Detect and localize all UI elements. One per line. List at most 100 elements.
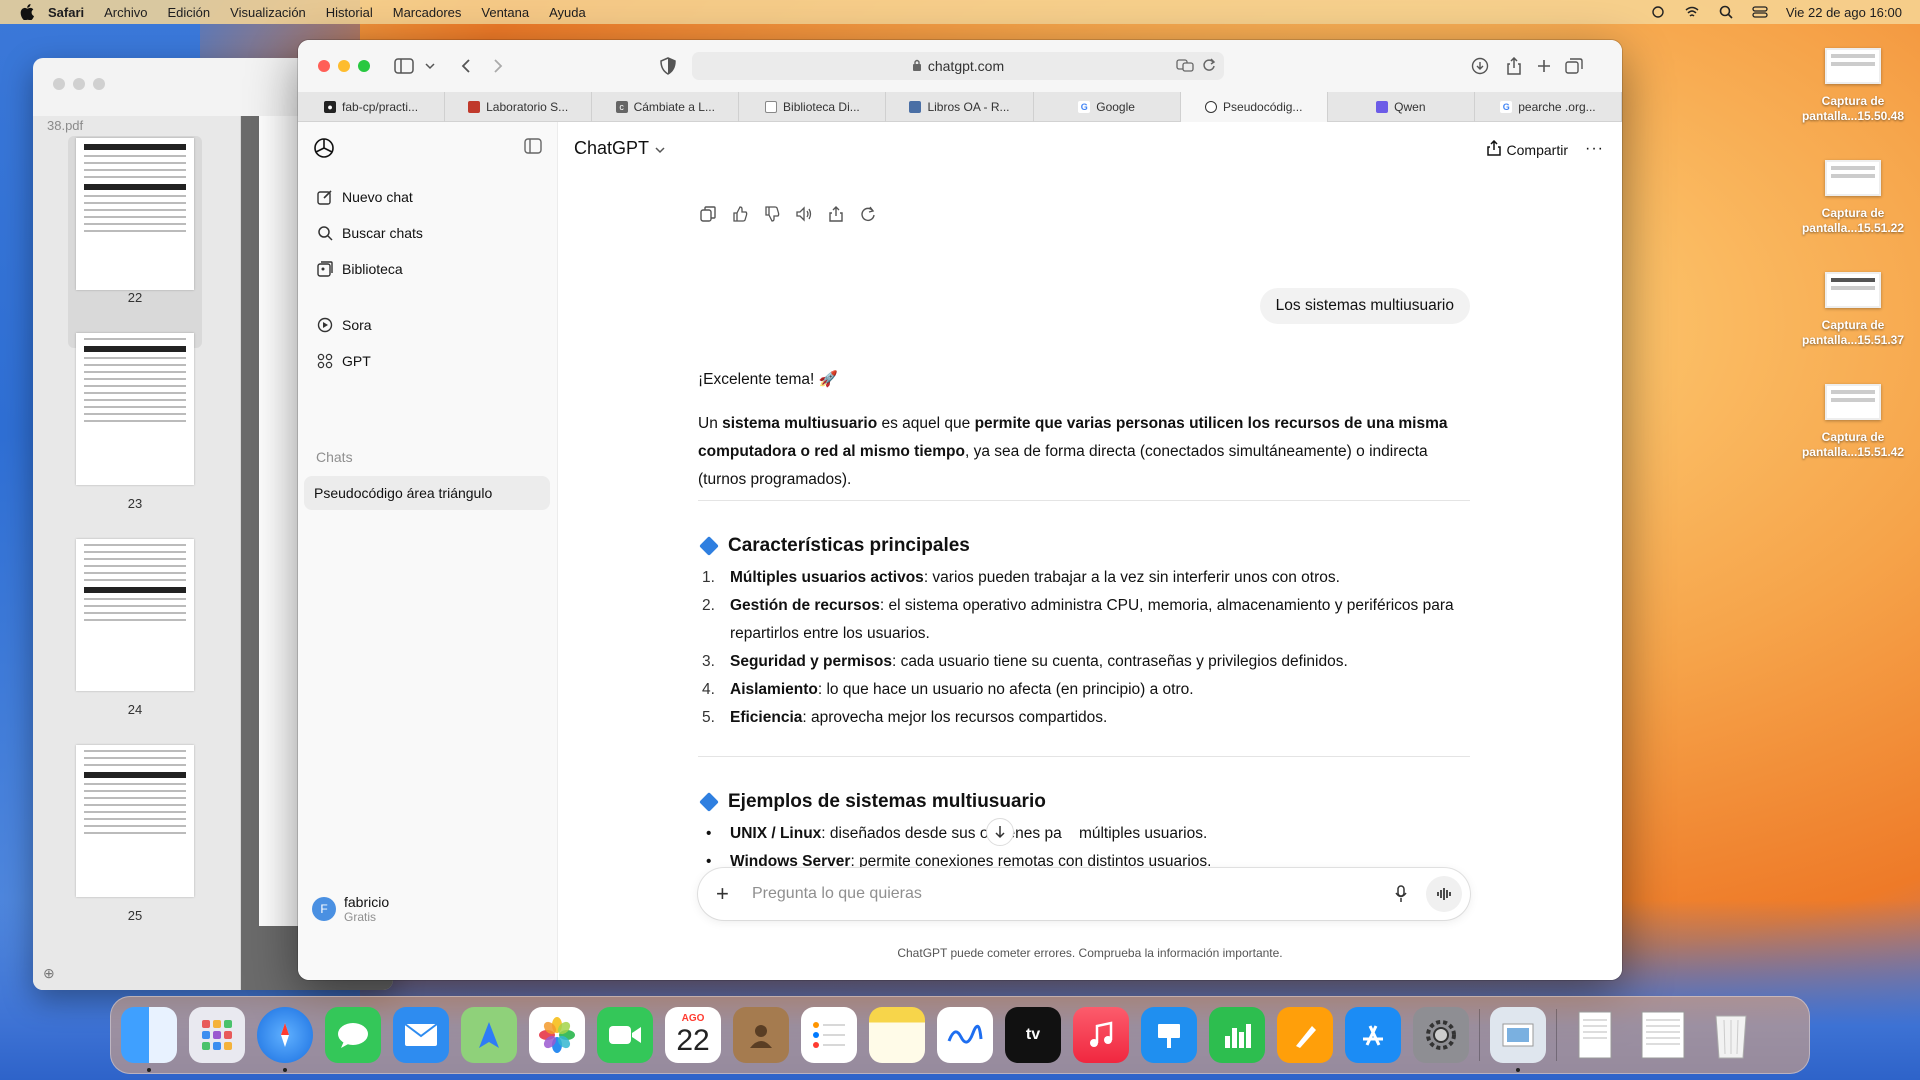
tab-libros[interactable]: Libros OA - R... (886, 92, 1034, 122)
dock-finder-icon[interactable] (121, 1007, 177, 1072)
sora-button[interactable]: Sora (304, 308, 550, 342)
dock-facetime-icon[interactable] (597, 1007, 653, 1063)
tab-overview-icon[interactable] (1562, 54, 1586, 78)
dock-mail-icon[interactable] (393, 1007, 449, 1063)
forward-icon[interactable] (486, 54, 510, 78)
close-window-button[interactable] (318, 60, 330, 72)
tab-cambiate[interactable]: c Cámbiate a L... (592, 92, 740, 122)
desktop-file-screenshot-4[interactable]: Captura de pantalla...15.51.42 (1798, 384, 1908, 460)
pdf-page-thumbnail[interactable] (76, 745, 194, 897)
search-chats-button[interactable]: Buscar chats (304, 216, 550, 250)
menu-edicion[interactable]: Edición (168, 5, 211, 20)
dock-calendar-icon[interactable]: AGO 22 (665, 1007, 721, 1063)
pdf-page-thumbnail[interactable] (76, 333, 194, 485)
zoom-window-button[interactable] (358, 60, 370, 72)
new-tab-icon[interactable] (1532, 54, 1556, 78)
dock-freeform-icon[interactable] (937, 1007, 993, 1063)
voice-mode-icon[interactable] (1426, 876, 1462, 912)
prompt-input[interactable]: Pregunta lo que quieras (752, 885, 1390, 903)
wifi-icon[interactable] (1684, 5, 1700, 19)
dock-maps-icon[interactable] (461, 1007, 517, 1063)
dock-photos-icon[interactable] (529, 1007, 585, 1063)
dock-keynote-icon[interactable] (1141, 1007, 1197, 1063)
menubar-clock[interactable]: Vie 22 de ago 16:00 (1786, 5, 1902, 20)
share-button[interactable]: Compartir (1486, 139, 1568, 159)
share-icon[interactable] (1502, 54, 1526, 78)
reload-icon[interactable] (1202, 58, 1216, 75)
apple-icon[interactable] (18, 3, 36, 21)
downloads-icon[interactable] (1468, 54, 1492, 78)
copy-icon[interactable] (698, 204, 718, 224)
openai-logo-icon[interactable] (312, 136, 336, 160)
sidebar-collapse-icon[interactable] (524, 138, 544, 158)
pdf-page-thumbnail[interactable] (76, 138, 194, 290)
tab-pseudocodigo[interactable]: Pseudocódig... (1180, 92, 1328, 122)
bold-run: UNIX / Linux (730, 825, 822, 842)
desktop-file-screenshot-1[interactable]: Captura de pantalla...15.50.48 (1798, 48, 1908, 124)
gpt-button[interactable]: GPT (304, 344, 550, 378)
read-aloud-icon[interactable] (794, 204, 814, 224)
share-message-icon[interactable] (826, 204, 846, 224)
dock-document-icon[interactable] (1567, 1007, 1623, 1063)
chevron-down-icon[interactable] (418, 54, 442, 78)
pdf-page-thumbnail[interactable] (76, 539, 194, 691)
dock-trash-icon[interactable] (1703, 1007, 1759, 1063)
thumbs-up-icon[interactable] (730, 204, 750, 224)
tab-laboratorio[interactable]: Laboratorio S... (445, 92, 593, 122)
library-button[interactable]: Biblioteca (304, 252, 550, 286)
sidebar-toggle-icon[interactable] (392, 54, 416, 78)
tab-github[interactable]: ● fab-cp/practi... (298, 92, 446, 122)
dock-app-store-icon[interactable] (1345, 1007, 1401, 1063)
tab-biblioteca[interactable]: Biblioteca Di... (739, 92, 887, 122)
dock-music-icon[interactable] (1073, 1007, 1129, 1063)
chat-history-item[interactable]: Pseudocódigo área triángulo (304, 476, 550, 510)
dock-launchpad-icon[interactable] (189, 1007, 245, 1063)
menu-ventana[interactable]: Ventana (481, 5, 529, 20)
attach-plus-icon[interactable]: + (716, 881, 738, 907)
pdf-page-number: 23 (127, 496, 143, 511)
tab-pearche[interactable]: Gpearche .org... (1475, 92, 1622, 122)
menu-ayuda[interactable]: Ayuda (549, 5, 586, 20)
more-options-icon[interactable]: ··· (1585, 140, 1604, 158)
user-account-button[interactable]: F fabricio Gratis (312, 894, 389, 924)
translate-icon[interactable] (1176, 58, 1194, 75)
spotlight-search-icon[interactable] (1718, 5, 1734, 19)
desktop-file-label: Captura de pantalla...15.51.37 (1801, 318, 1905, 347)
back-icon[interactable] (454, 54, 478, 78)
add-page-icon[interactable]: ⊕ (43, 965, 55, 982)
bold-run: Seguridad y permisos (730, 653, 892, 670)
new-chat-button[interactable]: Nuevo chat (304, 180, 550, 214)
menu-visualizacion[interactable]: Visualización (230, 5, 306, 20)
dock-tv-icon[interactable]: tv (1005, 1007, 1061, 1063)
control-center-icon[interactable] (1752, 5, 1768, 19)
privacy-shield-icon[interactable] (656, 54, 680, 78)
dock-numbers-icon[interactable] (1209, 1007, 1265, 1063)
tab-google[interactable]: G Google (1034, 92, 1181, 122)
menu-historial[interactable]: Historial (326, 5, 373, 20)
tab-qwen[interactable]: Qwen (1328, 92, 1475, 122)
scroll-to-bottom-button[interactable] (986, 818, 1014, 846)
menu-archivo[interactable]: Archivo (104, 5, 147, 20)
model-selector[interactable]: ChatGPT (574, 138, 665, 159)
safari-window[interactable]: chatgpt.com ● fab-cp/practi... Laboratori… (298, 40, 1622, 980)
battery-status-icon[interactable] (1650, 5, 1666, 19)
dock-messages-icon[interactable] (325, 1007, 381, 1063)
microphone-icon[interactable] (1390, 885, 1412, 903)
desktop-file-screenshot-3[interactable]: Captura de pantalla...15.51.37 (1798, 272, 1908, 348)
menu-app-name[interactable]: Safari (48, 5, 84, 20)
dock-preview-icon[interactable] (1490, 1007, 1546, 1072)
dock-pages-icon[interactable] (1277, 1007, 1333, 1063)
dock-reminders-icon[interactable] (801, 1007, 857, 1063)
thumbs-down-icon[interactable] (762, 204, 782, 224)
regenerate-icon[interactable] (858, 204, 878, 224)
tab-bar: ● fab-cp/practi... Laboratorio S... c Cámb… (298, 92, 1622, 122)
dock-settings-icon[interactable] (1413, 1007, 1469, 1063)
dock-contacts-icon[interactable] (733, 1007, 789, 1063)
dock-pdf-document-icon[interactable] (1635, 1007, 1691, 1063)
dock-safari-icon[interactable] (257, 1007, 313, 1072)
menu-marcadores[interactable]: Marcadores (393, 5, 462, 20)
desktop-file-screenshot-2[interactable]: Captura de pantalla...15.51.22 (1798, 160, 1908, 236)
address-bar[interactable]: chatgpt.com (692, 52, 1224, 80)
dock-notes-icon[interactable] (869, 1007, 925, 1063)
minimize-window-button[interactable] (338, 60, 350, 72)
